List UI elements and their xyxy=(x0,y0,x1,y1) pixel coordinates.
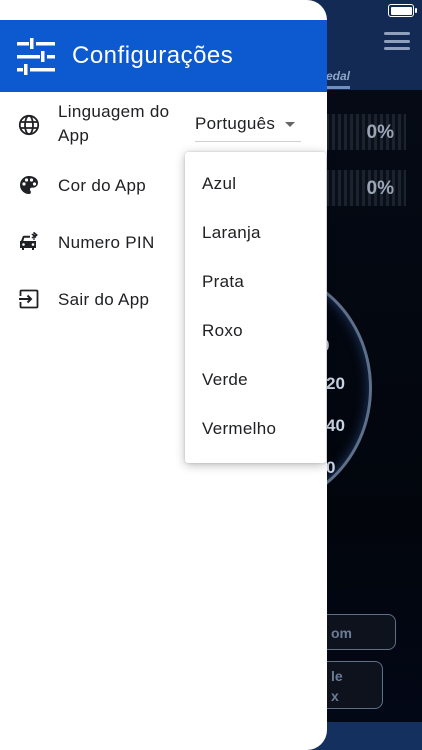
background-tab-underline xyxy=(326,86,350,89)
menu-item-label: Linguagem do App xyxy=(58,102,170,145)
hamburger-menu-icon[interactable] xyxy=(384,32,410,50)
color-option-vermelho[interactable]: Vermelho xyxy=(185,407,326,456)
gauge-number: 20 xyxy=(326,374,345,393)
car-bluetooth-icon xyxy=(18,231,40,253)
background-tab-label[interactable]: edal xyxy=(326,66,422,88)
color-option-azul[interactable]: Azul xyxy=(185,162,326,211)
background-percent-1: 0% xyxy=(366,122,394,143)
color-dropdown-menu: Azul Laranja Prata Roxo Verde Vermelho xyxy=(185,152,326,463)
color-option-laranja[interactable]: Laranja xyxy=(185,211,326,260)
drawer-title: Configurações xyxy=(72,42,234,69)
caret-down-icon xyxy=(285,122,295,127)
color-option-verde[interactable]: Verde xyxy=(185,358,326,407)
color-option-prata[interactable]: Prata xyxy=(185,260,326,309)
sliders-icon xyxy=(16,37,56,77)
language-select-value: Português xyxy=(195,114,276,133)
exit-icon xyxy=(18,288,40,310)
background-percent-2: 0% xyxy=(366,178,394,199)
menu-item-label: Cor do App xyxy=(58,176,147,195)
palette-icon xyxy=(18,174,40,196)
menu-item-label: Numero PIN xyxy=(58,233,155,252)
language-select[interactable]: Português xyxy=(195,112,301,142)
battery-icon xyxy=(388,4,417,17)
globe-icon xyxy=(18,114,40,136)
gauge-number: 0 xyxy=(326,458,336,477)
color-option-roxo[interactable]: Roxo xyxy=(185,309,326,358)
drawer-header: Configurações xyxy=(0,20,327,92)
menu-item-label: Sair do App xyxy=(58,290,150,309)
gauge-number: 40 xyxy=(326,416,345,435)
